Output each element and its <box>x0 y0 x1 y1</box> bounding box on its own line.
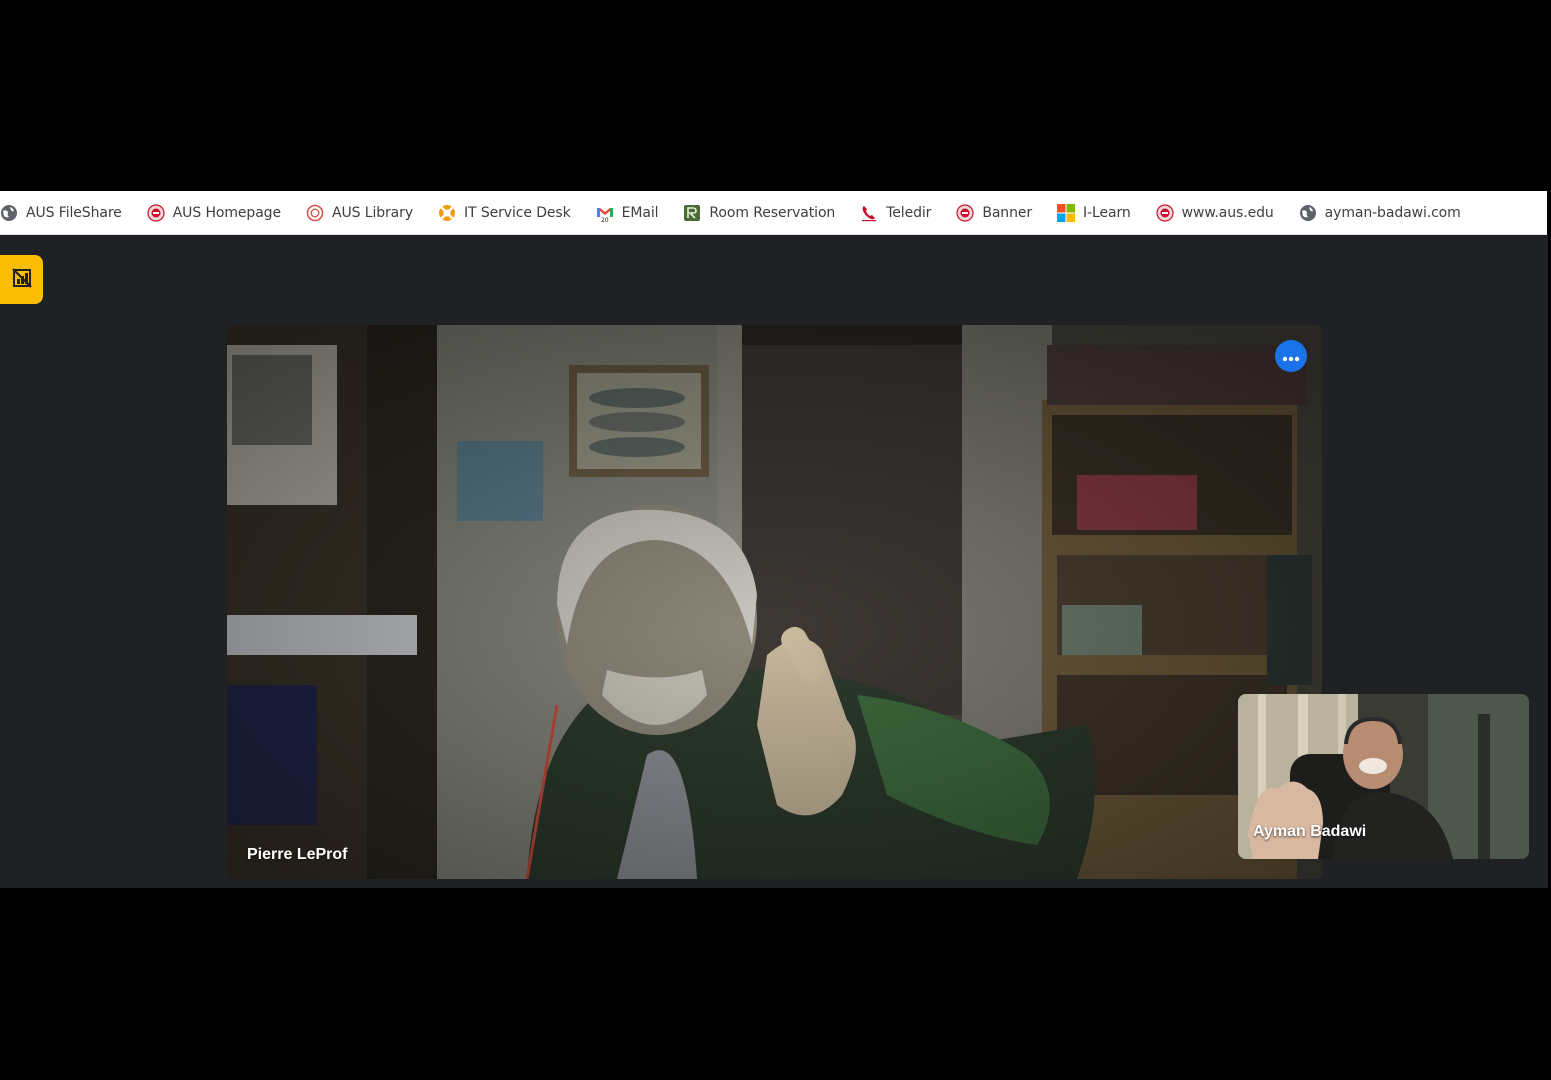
bookmark-www-aus-edu[interactable]: www.aus.edu <box>1150 198 1280 228</box>
phone-icon <box>860 204 878 222</box>
no-background-icon <box>11 267 33 293</box>
globe-icon <box>1299 204 1317 222</box>
bookmark-aus-homepage[interactable]: AUS Homepage <box>141 198 287 228</box>
bookmark-email[interactable]: 20 EMail <box>590 198 665 228</box>
microsoft-icon <box>1057 203 1076 222</box>
bookmark-label: www.aus.edu <box>1181 204 1274 221</box>
aus-seal-icon <box>1156 203 1174 222</box>
bookmark-ayman-badawi-com[interactable]: ayman-badawi.com <box>1293 198 1467 228</box>
svg-text:20: 20 <box>601 217 609 222</box>
more-options-button[interactable] <box>1275 340 1307 372</box>
aus-seal-icon <box>147 203 165 222</box>
bookmark-label: AUS Homepage <box>172 204 281 221</box>
self-view-tile[interactable]: Ayman Badawi <box>1238 694 1529 859</box>
bookmarks-bar: AUS FileShare AUS Homepage AUS Library I… <box>0 191 1547 235</box>
bookmark-i-learn[interactable]: I-Learn <box>1051 198 1137 228</box>
participant-name: Pierre LeProf <box>247 846 348 863</box>
bookmark-banner[interactable]: Banner <box>950 198 1038 228</box>
meeting-stage: Pierre LeProf Ayman Badawi <box>0 235 1548 888</box>
self-participant-name: Ayman Badawi <box>1253 823 1367 840</box>
bookmark-label: AUS Library <box>331 204 413 221</box>
bookmark-room-reservation[interactable]: Room Reservation <box>677 198 841 228</box>
background-blur-off-button[interactable] <box>0 255 43 304</box>
bookmark-label: I-Learn <box>1083 204 1131 221</box>
globe-icon <box>0 204 18 222</box>
bookmark-label: EMail <box>621 204 659 221</box>
lifebuoy-icon <box>438 204 456 222</box>
bookmark-label: Banner <box>982 204 1033 221</box>
bookmark-teledir[interactable]: Teledir <box>854 198 937 228</box>
gmail-icon: 20 <box>596 204 614 222</box>
bookmark-label: Teledir <box>886 204 932 221</box>
letterbox-top <box>0 0 1551 191</box>
main-participant-tile[interactable]: Pierre LeProf <box>227 325 1322 879</box>
bookmark-aus-fileshare[interactable]: AUS FileShare <box>0 198 128 228</box>
participant-video-feed <box>227 325 1322 879</box>
reservation-icon <box>683 204 701 222</box>
letterbox-bottom <box>0 888 1551 1080</box>
library-ring-icon <box>306 204 324 222</box>
bookmark-it-service-desk[interactable]: IT Service Desk <box>432 198 577 228</box>
aus-seal-icon <box>956 203 974 222</box>
more-horizontal-icon <box>1282 347 1300 366</box>
bookmark-label: IT Service Desk <box>464 204 571 221</box>
bookmark-label: Room Reservation <box>709 204 836 221</box>
bookmark-label: AUS FileShare <box>26 204 122 221</box>
bookmark-aus-library[interactable]: AUS Library <box>300 198 419 228</box>
bookmark-label: ayman-badawi.com <box>1324 204 1461 221</box>
